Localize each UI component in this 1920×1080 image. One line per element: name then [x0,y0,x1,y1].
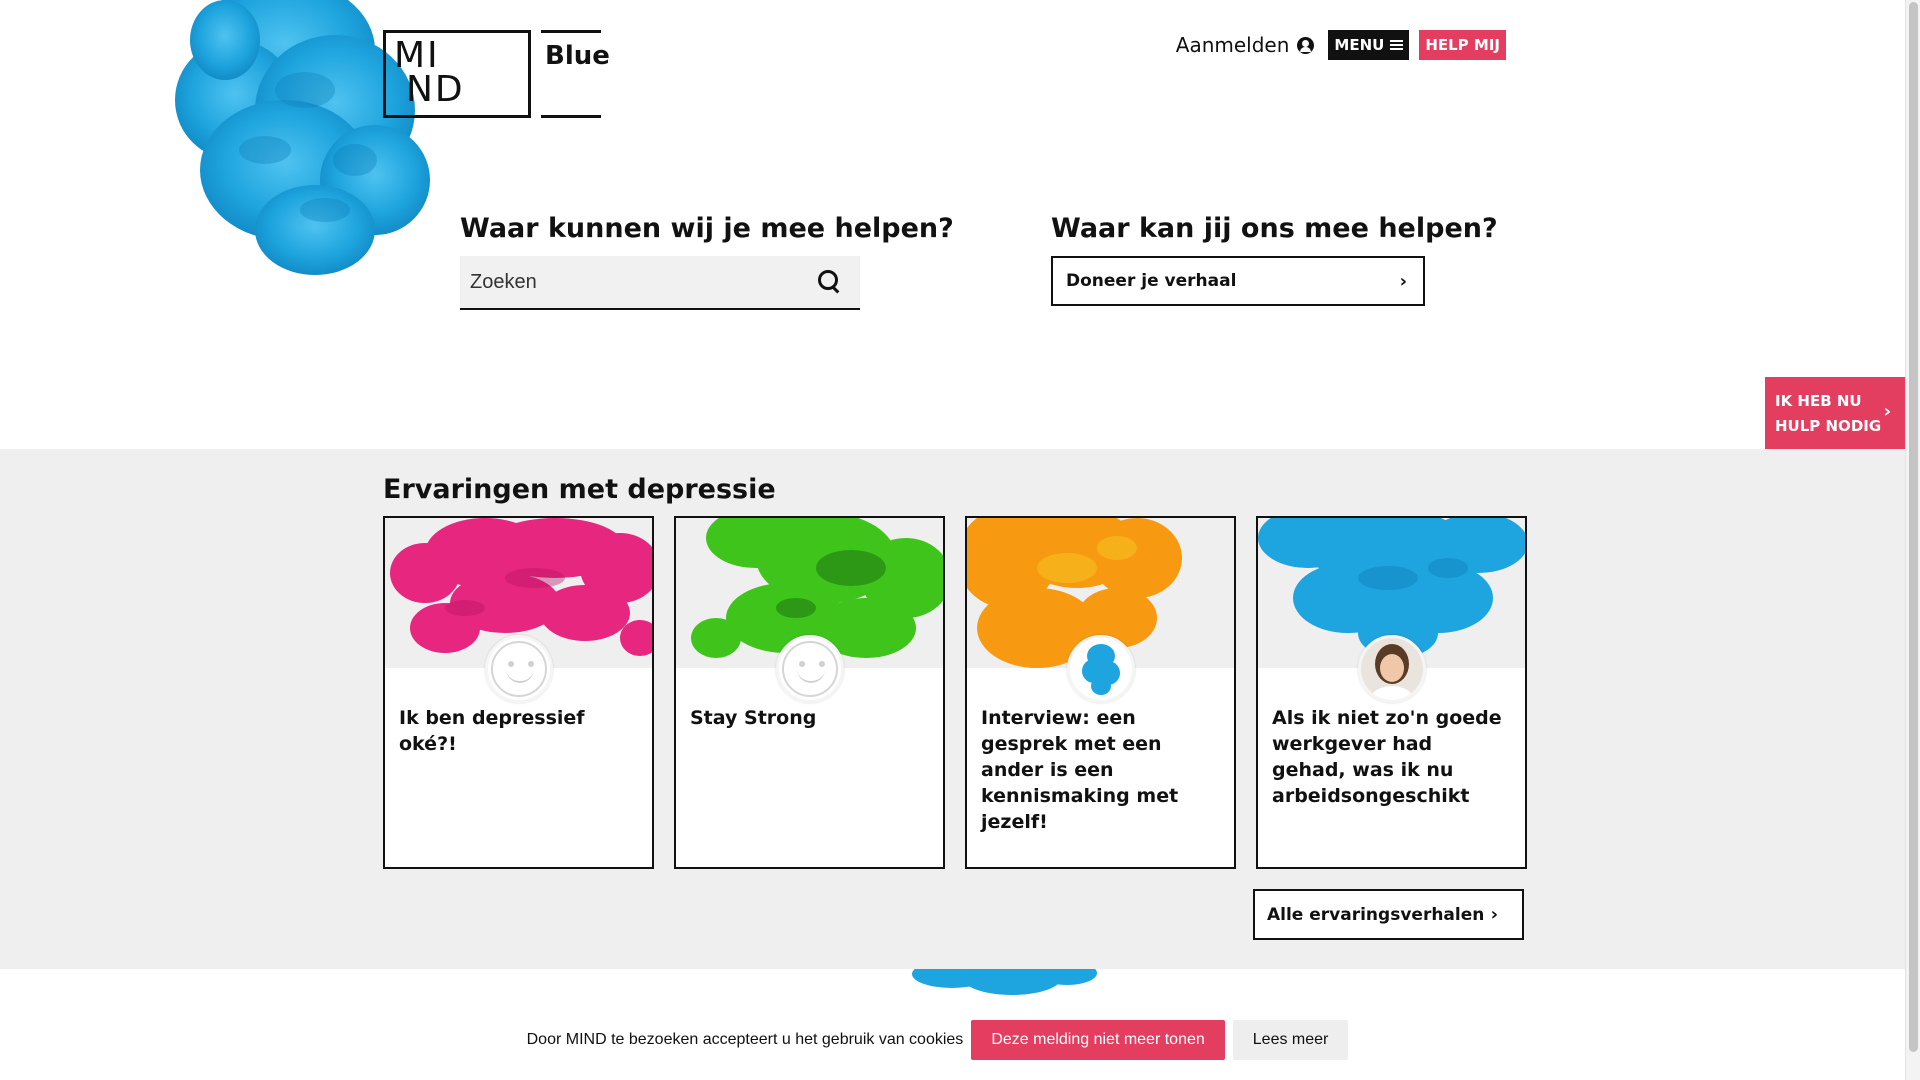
card-title: Stay Strong [690,707,817,729]
card-title: Interview: een gesprek met een ander is … [981,707,1179,833]
person-photo [1360,638,1423,700]
card-title: Ik ben depressief oké?! [399,707,585,755]
logo-text-bottom: ND [406,69,465,110]
urgent-help-line1: IK HEB NU [1775,392,1862,410]
header-actions: Aanmelden MENU HELP MIJ [1176,30,1506,60]
menu-button[interactable]: MENU [1328,30,1410,60]
menu-label: MENU [1334,36,1385,54]
login-link[interactable]: Aanmelden [1176,33,1315,57]
mind-blue-logo[interactable]: MI ND Blue [383,30,610,118]
avatar [1066,635,1135,703]
chevron-right-icon: › [1490,904,1498,925]
experience-card[interactable]: Stay Strong [674,516,945,869]
logo-suffix: Blue [541,30,610,118]
blue-ink-avatar [1081,644,1120,695]
section-title: Ervaringen met depressie [383,474,776,505]
urgent-help-tab[interactable]: IK HEB NU HULP NODIG › [1765,377,1905,449]
cookie-dismiss-label: Deze melding niet meer tonen [991,1031,1205,1048]
avatar [775,635,844,703]
smiley-icon [490,641,547,697]
experience-card[interactable]: Als ik niet zo'n goede werkgever had geh… [1256,516,1527,869]
all-stories-button[interactable]: Alle ervaringsverhalen › [1253,889,1524,940]
donate-story-button[interactable]: Doneer je verhaal › [1051,256,1425,306]
logo-box: MI ND [383,30,531,118]
avatar [1357,635,1426,703]
cookie-dismiss-button[interactable]: Deze melding niet meer tonen [971,1020,1225,1060]
experience-card[interactable]: Ik ben depressief oké?! [383,516,654,869]
cookie-read-more-label: Lees meer [1252,1031,1329,1048]
experience-card[interactable]: Interview: een gesprek met een ander is … [965,516,1236,869]
help-button[interactable]: HELP MIJ [1419,30,1506,60]
login-label: Aanmelden [1175,33,1290,57]
avatar [484,635,553,703]
search-input[interactable] [470,270,770,294]
donate-label: Doneer je verhaal [1066,271,1237,291]
all-stories-label: Alle ervaringsverhalen [1267,904,1485,925]
blue-ink-fragment [912,969,1097,995]
page: MI ND Blue Aanmelden MENU HELP MIJ Waar … [0,0,1905,1080]
experience-cards: Ik ben depressief oké?! Stay Strong Inte… [383,516,1527,869]
hero-search-block: Waar kunnen wij je mee helpen? [460,213,954,310]
cookie-read-more-button[interactable]: Lees meer [1232,1020,1349,1060]
hero-donate-block: Waar kan jij ons mee helpen? Doneer je v… [1051,213,1498,306]
urgent-help-line2: HULP NODIG [1775,417,1882,435]
cookie-text: Door MIND te bezoeken accepteert u het g… [526,1031,964,1048]
experiences-section: Ervaringen met depressie Ik ben depressi… [0,449,1905,969]
page-scrollbar[interactable] [1905,0,1920,1080]
help-label: HELP MIJ [1425,36,1500,54]
card-title: Als ik niet zo'n goede werkgever had geh… [1272,707,1502,807]
search-icon[interactable] [818,270,842,294]
chevron-right-icon: › [1399,270,1407,292]
user-icon [1297,36,1315,54]
cookie-bar: Door MIND te bezoeken accepteert u het g… [0,1010,1905,1070]
hamburger-icon [1390,40,1404,50]
donate-heading: Waar kan jij ons mee helpen? [1051,213,1498,244]
chevron-right-icon: › [1883,401,1891,422]
search-heading: Waar kunnen wij je mee helpen? [460,213,954,244]
smiley-icon [781,641,838,697]
search-box [460,256,860,310]
scrollbar-thumb[interactable] [1909,2,1918,1052]
